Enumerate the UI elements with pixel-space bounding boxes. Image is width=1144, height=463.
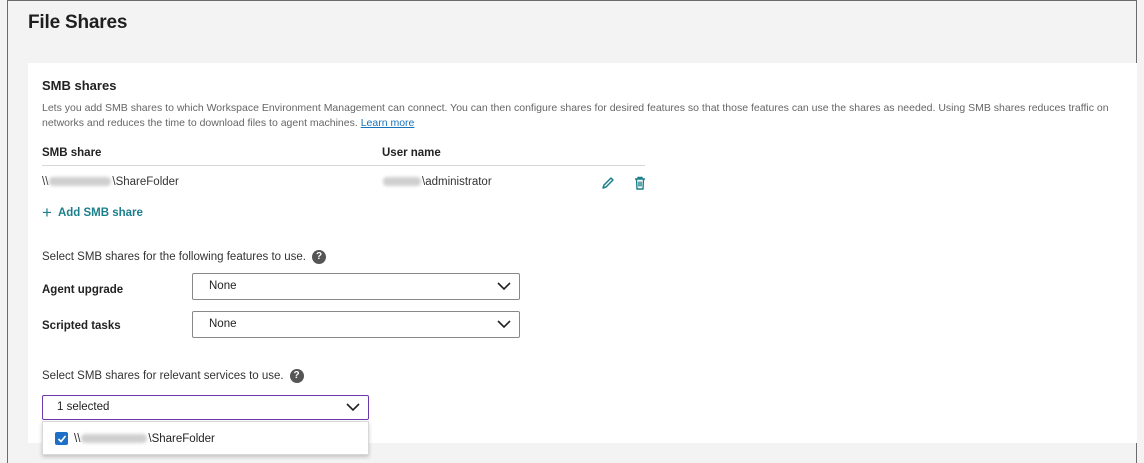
- services-selected-count: 1 selected: [57, 401, 110, 413]
- redacted-address: [49, 177, 112, 187]
- smb-shares-card: SMB shares Lets you add SMB shares to wh…: [28, 63, 1137, 455]
- option-label: \\ \ShareFolder: [74, 433, 215, 445]
- trash-icon[interactable]: [632, 175, 648, 191]
- redacted-address: [81, 433, 148, 443]
- description-text: Lets you add SMB shares to which Workspa…: [42, 102, 1109, 129]
- plus-icon: +: [42, 203, 52, 222]
- agent-upgrade-label: Agent upgrade: [42, 284, 124, 296]
- page-title: File Shares: [28, 12, 128, 33]
- chevron-down-icon: [497, 282, 511, 291]
- chevron-down-icon: [497, 320, 511, 329]
- help-icon[interactable]: ?: [312, 250, 326, 264]
- add-smb-share-label: Add SMB share: [57, 207, 143, 219]
- column-header-smb-share: SMB share: [42, 147, 102, 159]
- help-icon[interactable]: ?: [289, 369, 304, 383]
- section-title: SMB shares: [42, 78, 117, 93]
- scripted-tasks-label: Scripted tasks: [42, 320, 121, 332]
- services-multiselect[interactable]: 1 selected: [42, 395, 369, 420]
- features-prompt: Select SMB shares for the following feat…: [42, 250, 326, 264]
- features-prompt-text: Select SMB shares for the following feat…: [42, 251, 306, 263]
- services-prompt: Select SMB shares for relevant services …: [42, 369, 304, 383]
- pencil-icon[interactable]: [600, 175, 616, 191]
- app-frame: File Shares SMB shares Lets you add SMB …: [7, 0, 1137, 463]
- services-prompt-text: Select SMB shares for relevant services …: [42, 370, 284, 382]
- scripted-tasks-value: None: [209, 318, 237, 330]
- share-prefix: \\: [42, 176, 49, 188]
- learn-more-link[interactable]: Learn more: [361, 117, 415, 129]
- checkbox[interactable]: [55, 432, 68, 445]
- user-suffix: \administrator: [422, 176, 492, 188]
- column-header-user-name: User name: [382, 147, 441, 159]
- section-description: Lets you add SMB shares to which Workspa…: [42, 101, 1122, 131]
- list-item[interactable]: \\ \ShareFolder: [55, 432, 215, 445]
- agent-upgrade-value: None: [209, 280, 237, 292]
- scripted-tasks-select[interactable]: None: [192, 311, 520, 338]
- chevron-down-icon: [346, 403, 360, 412]
- redacted-domain: [383, 177, 421, 187]
- smb-share-path: \\ \ShareFolder: [42, 176, 179, 188]
- add-smb-share-button[interactable]: + Add SMB share: [42, 203, 143, 222]
- user-name: \administrator: [382, 176, 492, 188]
- share-suffix: \ShareFolder: [112, 176, 179, 188]
- option-prefix: \\: [74, 432, 81, 445]
- option-suffix: \ShareFolder: [148, 432, 215, 445]
- header-divider: [42, 165, 645, 166]
- checkmark-icon: [57, 434, 66, 443]
- services-dropdown-list: \\ \ShareFolder: [42, 421, 369, 455]
- agent-upgrade-select[interactable]: None: [192, 273, 520, 300]
